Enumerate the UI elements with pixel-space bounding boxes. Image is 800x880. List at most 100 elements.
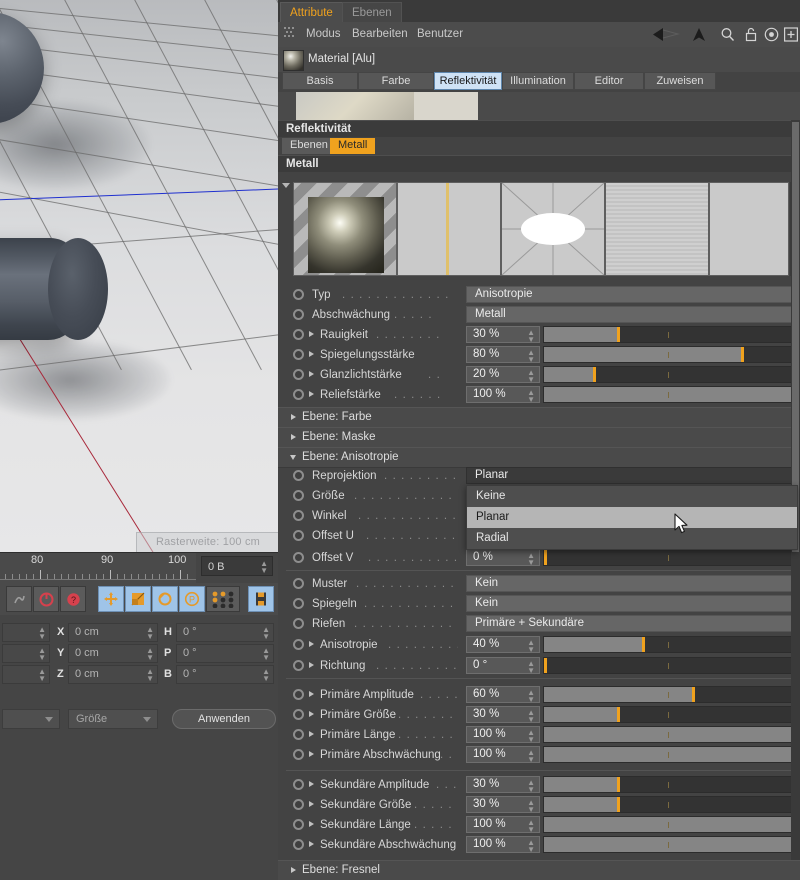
expand-triangle-icon[interactable]	[309, 641, 314, 647]
swatch-material-sphere[interactable]	[293, 182, 397, 276]
param-number-sekundaere-amplitude[interactable]: 30 % ▲ ▼	[466, 776, 540, 794]
param-toggle-icon[interactable]	[293, 729, 304, 740]
preview-thumb[interactable]	[296, 92, 414, 120]
group-header-ebene-farbe[interactable]: Ebene: Farbe	[278, 407, 800, 428]
param-toggle-icon[interactable]	[293, 490, 304, 501]
param-toggle-icon[interactable]	[293, 618, 304, 629]
param-value-reprojektion[interactable]: Planar	[466, 467, 793, 484]
param-value-riefen[interactable]: Primäre + Sekundäre	[466, 615, 793, 632]
keyframe-selection-icon[interactable]	[248, 586, 274, 612]
tab-farbe[interactable]: Farbe	[358, 72, 434, 90]
param-number-sekundaere-abschwaechung[interactable]: 100 % ▲ ▼	[466, 836, 540, 854]
stepper-icon[interactable]: ▲ ▼	[527, 709, 535, 724]
expand-triangle-icon[interactable]	[309, 711, 314, 717]
param-number-primaere-amplitude[interactable]: 60 % ▲ ▼	[466, 686, 540, 704]
tab-attribute[interactable]: Attribute	[280, 2, 343, 22]
param-number-richtung[interactable]: 0 ° ▲ ▼	[466, 657, 540, 675]
stepper-icon[interactable]: ▲ ▼	[527, 729, 535, 744]
tab-illumination[interactable]: Illumination	[502, 72, 574, 90]
stepper-icon[interactable]: ▲ ▼	[527, 779, 535, 794]
stepper-icon[interactable]: ▲ ▼	[527, 749, 535, 764]
apply-button[interactable]: Anwenden	[172, 709, 276, 729]
param-number-offset-v[interactable]: 0 % ▲ ▼	[466, 549, 540, 567]
layer-tab-ebenen[interactable]: Ebenen	[282, 138, 336, 154]
move-tool-icon[interactable]	[98, 586, 124, 612]
param-value-abschwaechung[interactable]: Metall	[466, 306, 793, 323]
param-slider-spiegelungsstaerke[interactable]	[543, 346, 793, 363]
target-icon[interactable]	[764, 27, 779, 47]
stepper-icon[interactable]: ▲ ▼	[527, 660, 535, 675]
expand-triangle-icon[interactable]	[309, 801, 314, 807]
preview-thumb[interactable]	[414, 92, 478, 120]
stepper-icon[interactable]: ▲ ▼	[527, 329, 535, 344]
stepper-icon[interactable]: ▲ ▼	[527, 639, 535, 654]
coord-rotation-p-field[interactable]: 0 ° ▲ ▼	[176, 644, 274, 663]
param-number-primaere-groesse[interactable]: 30 % ▲ ▼	[466, 706, 540, 724]
param-toggle-icon[interactable]	[293, 709, 304, 720]
plus-icon[interactable]	[784, 27, 799, 47]
param-toggle-icon[interactable]	[293, 530, 304, 541]
param-value-muster[interactable]: Kein	[466, 575, 793, 592]
group-header-ebene-maske[interactable]: Ebene: Maske	[278, 427, 800, 448]
param-toggle-icon[interactable]	[293, 309, 304, 320]
menu-modus[interactable]: Modus	[306, 26, 341, 43]
param-slider-offset-v[interactable]	[543, 549, 793, 566]
param-number-spiegelungsstaerke[interactable]: 80 % ▲ ▼	[466, 346, 540, 364]
param-number-primaere-laenge[interactable]: 100 % ▲ ▼	[466, 726, 540, 744]
back-arrow-icon[interactable]	[652, 27, 680, 47]
stepper-icon[interactable]: ▲ ▼	[527, 819, 535, 834]
tab-ebenen[interactable]: Ebenen	[342, 2, 402, 22]
param-toggle-icon[interactable]	[293, 349, 304, 360]
coord-position-z-field[interactable]: 0 cm ▲ ▼	[68, 665, 158, 684]
param-toggle-icon[interactable]	[293, 689, 304, 700]
param-slider-richtung[interactable]	[543, 657, 793, 674]
param-toggle-icon[interactable]	[293, 552, 304, 563]
coord-position-y-field[interactable]: 0 cm ▲ ▼	[68, 644, 158, 663]
menu-bearbeiten[interactable]: Bearbeiten	[352, 26, 408, 43]
stepper-icon[interactable]: ▲ ▼	[527, 689, 535, 704]
layer-tab-metall[interactable]: Metall	[330, 138, 376, 154]
coord-mode-right-select[interactable]: Größe	[68, 709, 158, 729]
param-slider-sekundaere-amplitude[interactable]	[543, 776, 793, 793]
expand-triangle-icon[interactable]	[309, 781, 314, 787]
param-toggle-icon[interactable]	[293, 819, 304, 830]
expand-triangle-icon[interactable]	[309, 331, 314, 337]
param-toggle-icon[interactable]	[293, 329, 304, 340]
stepper-icon[interactable]: ▲ ▼	[262, 626, 270, 641]
coord-position-x-field[interactable]: 0 cm ▲ ▼	[68, 623, 158, 642]
point-level-animation-icon[interactable]	[206, 586, 240, 612]
tab-reflektivitaet[interactable]: Reflektivität	[434, 72, 502, 90]
dropdown-option-planar[interactable]: Planar	[467, 507, 797, 528]
expand-triangle-icon[interactable]	[309, 351, 314, 357]
expand-triangle-icon[interactable]	[309, 391, 314, 397]
param-toggle-icon[interactable]	[293, 578, 304, 589]
param-toggle-icon[interactable]	[293, 799, 304, 810]
param-slider-sekundaere-abschwaechung[interactable]	[543, 836, 793, 853]
collapse-triangle-icon[interactable]	[282, 183, 290, 188]
up-arrow-icon[interactable]	[692, 27, 706, 47]
expand-triangle-icon[interactable]	[309, 662, 314, 668]
param-number-reliefstaerke[interactable]: 100 % ▲ ▼	[466, 386, 540, 404]
coord-mode-left-select[interactable]	[2, 709, 60, 729]
swatch-flat[interactable]	[709, 182, 789, 276]
expand-triangle-icon[interactable]	[309, 371, 314, 377]
dropdown-option-radial[interactable]: Radial	[467, 528, 797, 549]
param-slider-primaere-groesse[interactable]	[543, 706, 793, 723]
tab-editor[interactable]: Editor	[574, 72, 644, 90]
group-header-ebene-anisotropie[interactable]: Ebene: Anisotropie	[278, 447, 800, 468]
param-slider-glanzlichtstaerke[interactable]	[543, 366, 793, 383]
coord-size-z-field[interactable]: ▲ ▼	[2, 665, 50, 684]
scale-tool-icon[interactable]	[125, 586, 151, 612]
stepper-icon[interactable]: ▲ ▼	[262, 668, 270, 683]
viewport-3d[interactable]: Rasterweite: 100 cm	[0, 0, 278, 552]
grip-icon[interactable]	[284, 27, 296, 45]
stepper-icon[interactable]: ▲ ▼	[527, 349, 535, 364]
param-toggle-icon[interactable]	[293, 510, 304, 521]
swatch-stripes[interactable]	[605, 182, 709, 276]
stepper-icon[interactable]: ▲ ▼	[146, 668, 154, 683]
param-toggle-icon[interactable]	[293, 660, 304, 671]
expand-triangle-icon[interactable]	[309, 841, 314, 847]
param-number-sekundaere-laenge[interactable]: 100 % ▲ ▼	[466, 816, 540, 834]
param-toggle-icon[interactable]	[293, 839, 304, 850]
coord-size-x-field[interactable]: ▲ ▼	[2, 623, 50, 642]
